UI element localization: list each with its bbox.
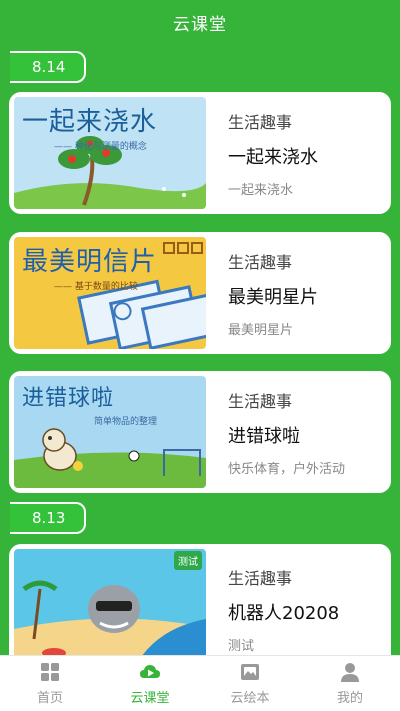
card-description: 最美明星片 (228, 322, 294, 338)
thumbnail-title: 进错球啦 (22, 386, 115, 411)
header: 云课堂 (0, 0, 400, 44)
picture-book-icon (241, 664, 259, 680)
bottom-tab-bar: 首页 云课堂 云绘本 我的 (0, 655, 400, 711)
card-category: 生活趣事 (228, 568, 293, 588)
thumbnail-title: 最美明信片 (22, 247, 158, 277)
thumbnail-title: 一起来浇水 (22, 107, 158, 137)
card-description: 快乐体育，户外活动 (228, 461, 346, 477)
tab-mine[interactable]: 我的 (300, 656, 400, 711)
user-icon (341, 663, 359, 682)
card-category: 生活趣事 (228, 112, 293, 132)
card-category: 生活趣事 (228, 391, 293, 411)
card-description: 一起来浇水 (228, 182, 294, 198)
cloud-play-icon (140, 665, 160, 678)
date-badge: 8.13 (10, 502, 86, 534)
thumbnail-subtitle: —— 基于数量的比较 (54, 282, 138, 292)
card-title: 机器人20208 (228, 602, 340, 624)
tab-label: 云绘本 (230, 691, 270, 706)
tab-home[interactable]: 首页 (0, 656, 100, 711)
tab-cloud-classroom[interactable]: 云课堂 (100, 656, 200, 711)
thumbnail-subtitle: —— 种化与测量的概念 (54, 142, 147, 152)
course-card[interactable]: 测试 生活趣事 机器人20208 测试 (9, 544, 391, 655)
card-category: 生活趣事 (228, 252, 293, 272)
page-title: 云课堂 (173, 14, 227, 35)
card-title: 最美明星片 (228, 286, 318, 308)
thumbnail-subtitle: 简单物品的整理 (94, 417, 158, 427)
course-card[interactable]: 一起来浇水 —— 种化与测量的概念 生活趣事 一起来浇水 一起来浇水 (9, 92, 391, 214)
tab-picture-book[interactable]: 云绘本 (200, 656, 300, 711)
course-thumbnail: 一起来浇水 —— 种化与测量的概念 (14, 97, 206, 209)
card-title: 一起来浇水 (228, 146, 318, 168)
tab-label: 云课堂 (130, 691, 170, 706)
tab-label: 我的 (336, 691, 363, 706)
card-description: 测试 (228, 638, 255, 654)
course-card[interactable]: 进错球啦 简单物品的整理 生活趣事 进错球啦 快乐体育，户外活动 (9, 371, 391, 493)
test-tag: 测试 (174, 551, 202, 570)
course-thumbnail: 最美明信片 —— 基于数量的比较 (14, 237, 206, 349)
course-list[interactable]: 8.14 一起来浇水 —— 种化与测量的概念 生活趣事 一起来浇水 一起来浇水 … (0, 44, 400, 655)
date-badge: 8.14 (10, 51, 86, 83)
course-thumbnail: 测试 (14, 549, 206, 655)
course-card[interactable]: 最美明信片 —— 基于数量的比较 生活趣事 最美明星片 最美明星片 (9, 232, 391, 354)
card-title: 进错球啦 (228, 425, 300, 447)
home-grid-icon (41, 663, 59, 681)
course-thumbnail: 进错球啦 简单物品的整理 (14, 376, 206, 488)
tab-label: 首页 (36, 691, 63, 706)
